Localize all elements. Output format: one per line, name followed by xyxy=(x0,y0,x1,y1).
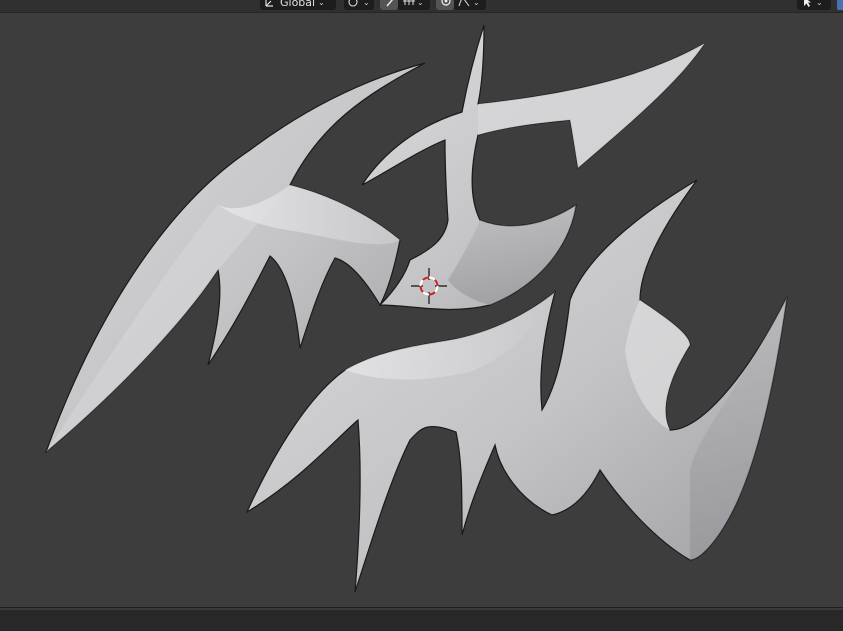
select-mode-dropdown[interactable]: ⌄ xyxy=(797,0,831,10)
pivot-point-dropdown[interactable]: ⌄ xyxy=(344,0,374,10)
transform-orientation-label: Global xyxy=(280,0,316,9)
chevron-down-icon: ⌄ xyxy=(318,0,325,7)
proportional-editing-toggle[interactable] xyxy=(436,0,454,10)
3d-viewport[interactable] xyxy=(0,13,843,607)
transform-orientation-icon xyxy=(264,0,276,8)
proportional-editing-icon xyxy=(440,0,452,8)
select-cursor-icon xyxy=(801,0,813,8)
transform-orientation-dropdown[interactable]: Global ⌄ xyxy=(260,0,336,10)
falloff-dropdown[interactable]: ⌄ xyxy=(454,0,486,10)
viewport-scene xyxy=(44,24,788,593)
snap-increment-icon xyxy=(402,0,415,8)
viewport-header: Global ⌄ ⌄ ⌄ ⌄ ⌄ xyxy=(0,0,843,13)
status-bar xyxy=(0,607,843,631)
gizmo-icon[interactable] xyxy=(837,0,843,10)
snap-icon xyxy=(384,0,396,8)
chevron-down-icon: ⌄ xyxy=(473,0,480,7)
snap-toggle[interactable] xyxy=(380,0,398,10)
falloff-curve-icon xyxy=(458,0,470,8)
snap-target-dropdown[interactable]: ⌄ xyxy=(398,0,430,10)
chevron-down-icon: ⌄ xyxy=(816,0,823,7)
chevron-down-icon: ⌄ xyxy=(363,0,370,7)
pivot-point-icon xyxy=(348,0,360,8)
chevron-down-icon: ⌄ xyxy=(417,0,424,7)
status-bar-divider xyxy=(0,608,843,610)
